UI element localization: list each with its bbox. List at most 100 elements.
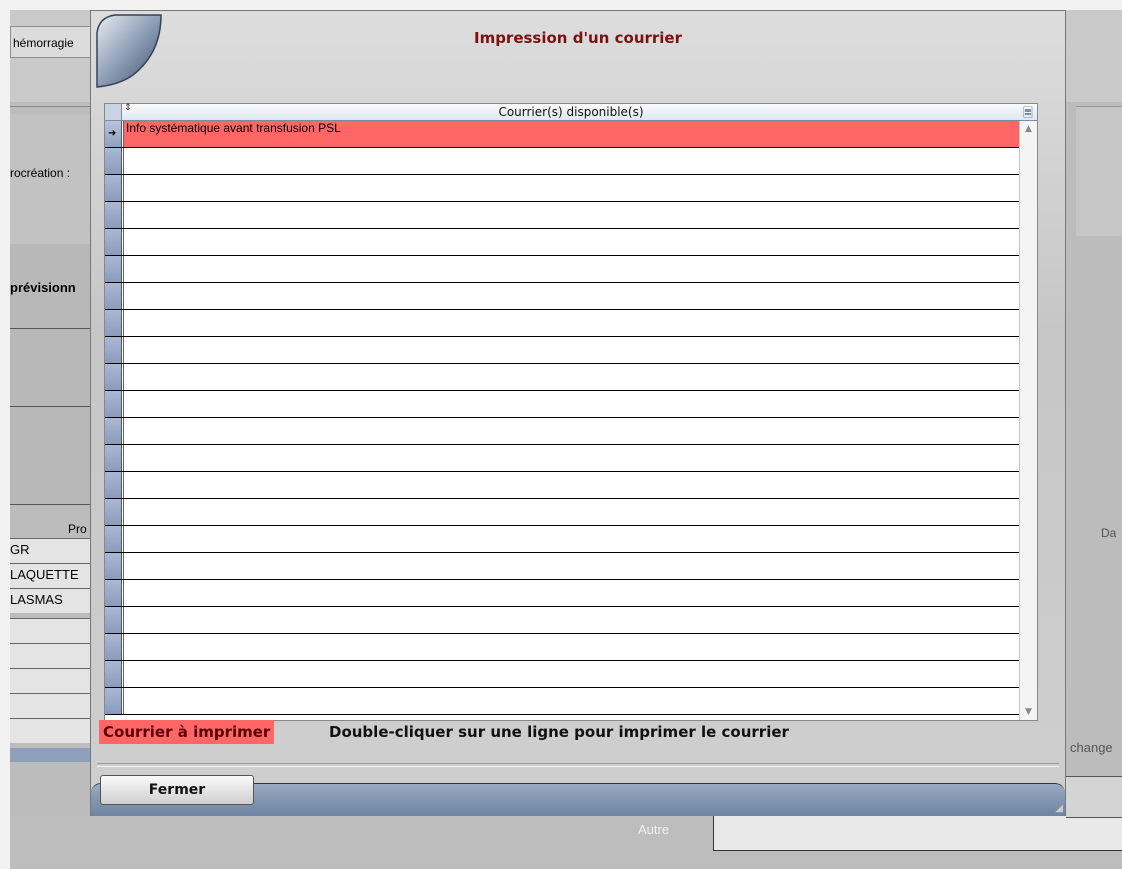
row-selector[interactable] bbox=[105, 580, 122, 606]
row-selector[interactable] bbox=[105, 364, 122, 390]
letter-name-cell[interactable] bbox=[123, 472, 1019, 498]
bg-table-header: Pro bbox=[68, 522, 87, 536]
bg-table-row[interactable]: LAQUETTE bbox=[10, 563, 90, 588]
row-selector[interactable] bbox=[105, 391, 122, 417]
bg-line bbox=[1076, 106, 1122, 107]
resize-grip-icon[interactable]: ◢ bbox=[1055, 803, 1063, 814]
letter-name-cell[interactable] bbox=[123, 553, 1019, 579]
row-selector[interactable] bbox=[105, 148, 122, 174]
scroll-down-arrow-icon[interactable]: ▼ bbox=[1020, 704, 1037, 720]
grid-row[interactable] bbox=[105, 580, 1037, 607]
grid-row[interactable] bbox=[105, 310, 1037, 337]
grid-row[interactable] bbox=[105, 229, 1037, 256]
bg-table-row[interactable]: GR bbox=[10, 538, 90, 563]
grid-row[interactable] bbox=[105, 418, 1037, 445]
grid-row[interactable] bbox=[105, 283, 1037, 310]
grid-row[interactable] bbox=[105, 337, 1037, 364]
grid-row[interactable] bbox=[105, 256, 1037, 283]
column-menu-icon[interactable]: 🗏 bbox=[1020, 104, 1036, 120]
row-selector[interactable] bbox=[105, 202, 122, 228]
bg-table-row[interactable] bbox=[10, 618, 90, 643]
row-selector[interactable] bbox=[105, 337, 122, 363]
dialog-corner-ornament bbox=[96, 14, 162, 88]
grid-row[interactable]: ➜ Info systématique avant transfusion PSL bbox=[105, 121, 1037, 148]
grid-row[interactable] bbox=[105, 499, 1037, 526]
autre-input[interactable] bbox=[713, 816, 1122, 851]
letters-grid[interactable]: ⇕ Courrier(s) disponible(s) 🗏 ➜ Info syst… bbox=[104, 103, 1038, 721]
letter-name-cell[interactable] bbox=[123, 688, 1019, 714]
row-selector[interactable] bbox=[105, 256, 122, 282]
column-header-available-letters[interactable]: Courrier(s) disponible(s) bbox=[123, 105, 1019, 119]
letter-name-cell[interactable] bbox=[123, 661, 1019, 687]
grid-row[interactable] bbox=[105, 148, 1037, 175]
letter-name-cell[interactable]: Info systématique avant transfusion PSL bbox=[123, 121, 1019, 147]
letter-name-cell[interactable] bbox=[123, 202, 1019, 228]
letter-name-cell[interactable] bbox=[123, 634, 1019, 660]
grid-row[interactable] bbox=[105, 364, 1037, 391]
print-letter-dialog: Impression d'un courrier ⇕ Courrier(s) d… bbox=[90, 10, 1066, 816]
row-selector[interactable] bbox=[105, 283, 122, 309]
letter-name-cell[interactable] bbox=[123, 337, 1019, 363]
grid-row[interactable] bbox=[105, 391, 1037, 418]
close-button[interactable]: Fermer bbox=[100, 775, 254, 805]
letter-name-cell[interactable] bbox=[123, 580, 1019, 606]
row-selector[interactable] bbox=[105, 310, 122, 336]
letter-name-cell[interactable] bbox=[123, 283, 1019, 309]
scroll-up-arrow-icon[interactable]: ▲ bbox=[1020, 121, 1037, 137]
letter-name-cell[interactable] bbox=[123, 148, 1019, 174]
dialog-title: Impression d'un courrier bbox=[473, 29, 682, 47]
bg-table-row[interactable] bbox=[10, 718, 90, 743]
letter-name-cell[interactable] bbox=[123, 175, 1019, 201]
letter-name-cell[interactable] bbox=[123, 364, 1019, 390]
letter-name-cell[interactable] bbox=[123, 526, 1019, 552]
row-selector[interactable] bbox=[105, 445, 122, 471]
letter-name-cell[interactable] bbox=[123, 256, 1019, 282]
grid-row[interactable] bbox=[105, 202, 1037, 229]
row-selector[interactable]: ➜ bbox=[105, 121, 122, 147]
letter-name-cell[interactable] bbox=[123, 499, 1019, 525]
letter-name-cell[interactable] bbox=[123, 418, 1019, 444]
prevision-label: prévisionn bbox=[10, 280, 76, 295]
right-label-change: change bbox=[1070, 740, 1113, 755]
grid-row[interactable] bbox=[105, 445, 1037, 472]
row-selector[interactable] bbox=[105, 472, 122, 498]
letter-name-cell[interactable] bbox=[123, 229, 1019, 255]
grid-vertical-scrollbar[interactable]: ▲ ▼ bbox=[1019, 121, 1037, 720]
hemorragie-button[interactable]: hémorragie bbox=[10, 26, 90, 58]
row-selector[interactable] bbox=[105, 634, 122, 660]
bg-line bbox=[10, 504, 90, 505]
bg-table-row[interactable] bbox=[10, 668, 90, 693]
row-selector[interactable] bbox=[105, 688, 122, 714]
bg-divider bbox=[10, 106, 90, 107]
letter-name-cell[interactable] bbox=[123, 391, 1019, 417]
select-all-cell[interactable] bbox=[105, 104, 122, 120]
row-selector[interactable] bbox=[105, 526, 122, 552]
bg-table-row[interactable] bbox=[10, 643, 90, 668]
grid-row[interactable] bbox=[105, 661, 1037, 688]
row-selector[interactable] bbox=[105, 553, 122, 579]
row-selector[interactable] bbox=[105, 229, 122, 255]
row-selector[interactable] bbox=[105, 661, 122, 687]
grid-row[interactable] bbox=[105, 607, 1037, 634]
grid-row[interactable] bbox=[105, 472, 1037, 499]
grid-row[interactable] bbox=[105, 688, 1037, 715]
letter-name-cell[interactable] bbox=[123, 445, 1019, 471]
grid-row[interactable] bbox=[105, 175, 1037, 202]
grid-row[interactable] bbox=[105, 634, 1037, 661]
letter-name-cell[interactable] bbox=[123, 310, 1019, 336]
row-selector[interactable] bbox=[105, 418, 122, 444]
grid-header: ⇕ Courrier(s) disponible(s) 🗏 bbox=[105, 103, 1037, 121]
grid-row[interactable] bbox=[105, 526, 1037, 553]
bg-table-row[interactable]: LASMAS bbox=[10, 588, 90, 613]
letter-name-cell[interactable] bbox=[123, 607, 1019, 633]
bg-table-row[interactable] bbox=[10, 693, 90, 718]
bg-line bbox=[10, 406, 90, 407]
row-selector[interactable] bbox=[105, 499, 122, 525]
bg-line bbox=[10, 328, 90, 329]
grid-row[interactable] bbox=[105, 553, 1037, 580]
dialog-divider bbox=[97, 763, 1059, 767]
row-selector[interactable] bbox=[105, 607, 122, 633]
double-click-hint: Double-cliquer sur une ligne pour imprim… bbox=[329, 723, 789, 741]
row-selector[interactable] bbox=[105, 175, 122, 201]
bg-right-field bbox=[1066, 776, 1122, 818]
